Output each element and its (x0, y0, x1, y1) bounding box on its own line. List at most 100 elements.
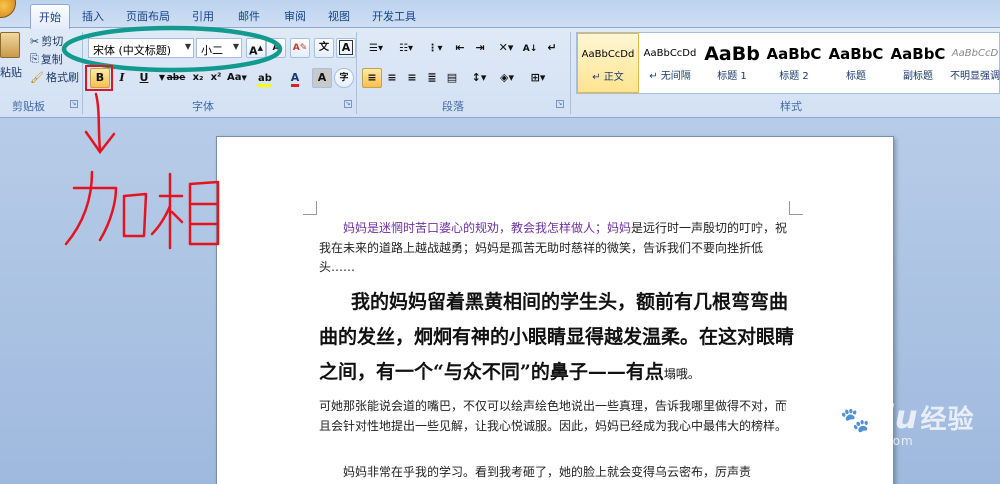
cut-button[interactable]: ✂ 剪切 (30, 33, 63, 49)
chevron-down-icon[interactable]: ▼ (185, 42, 191, 51)
format-painter-button[interactable]: 🖌 格式刷 (30, 69, 79, 85)
sort-button[interactable]: A↓ (520, 38, 540, 58)
tab-references[interactable]: 引用 (192, 8, 214, 24)
underline-button[interactable]: U (134, 68, 154, 88)
paragraph-bold-selected[interactable]: 我的妈妈留着黑黄相间的学生头，额前有几根弯弯曲曲的发丝，炯炯有神的小眼睛显得越发… (319, 285, 795, 392)
up-arrow-icon: ▲ (257, 44, 263, 52)
paw-icon: 🐾 (839, 406, 871, 434)
bold-button[interactable]: B (90, 68, 110, 88)
multilevel-list-icon: ⋮▾ (427, 43, 443, 54)
grow-font-button[interactable]: A▲ (246, 38, 266, 58)
grow-font-label: A (249, 44, 258, 58)
tab-mailings[interactable]: 邮件 (238, 8, 260, 24)
font-launcher-icon[interactable]: ↘ (344, 100, 352, 108)
style-sample: AaBbCcDd (581, 49, 635, 60)
tab-review[interactable]: 审阅 (284, 8, 306, 24)
increase-indent-button[interactable]: ⇥ (470, 38, 490, 58)
styles-group-label: 样式 (780, 100, 802, 113)
body-text: 塌哦。 (663, 367, 700, 381)
justify-button[interactable]: ≣ (422, 68, 442, 88)
tab-page-layout[interactable]: 页面布局 (126, 8, 170, 24)
tab-home[interactable]: 开始 (30, 4, 70, 29)
watermark-logo-text: du (870, 398, 919, 436)
style-sample: AaBbC (890, 45, 946, 63)
numbered-list-icon: ☷▾ (399, 43, 413, 54)
style-name: 标题 (846, 71, 866, 82)
superscript-button[interactable]: x² (206, 68, 226, 88)
phonetic-guide-button[interactable]: 文 (314, 38, 334, 58)
underline-label: U (139, 71, 149, 84)
italic-button[interactable]: I (112, 68, 132, 88)
paragraph-body[interactable]: 可她那张能说会道的嘴巴，不仅可以绘声绘色地说出一些真理，告诉我哪里做得不对，而且… (319, 397, 795, 436)
brush-icon: 🖌 (30, 70, 44, 84)
style-subtitle[interactable]: AaBbC 副标题 (887, 33, 949, 93)
shading-button[interactable]: ◈▾ (494, 68, 520, 88)
chevron-down-icon: ▼ (241, 74, 247, 82)
style-heading-1[interactable]: AaBb 标题 1 (701, 33, 763, 93)
font-color-button[interactable]: A (282, 68, 308, 88)
group-separator (356, 32, 357, 114)
align-right-button[interactable]: ≡ (402, 68, 422, 88)
style-name: 副标题 (903, 71, 933, 82)
font-size-combo[interactable]: 小二 ▼ (196, 38, 242, 58)
clipboard-launcher-icon[interactable]: ↘ (70, 100, 78, 108)
paragraph-launcher-icon[interactable]: ↘ (556, 100, 564, 108)
paste-button[interactable]: 粘贴 (0, 32, 22, 80)
font-name-combo[interactable]: 宋体 (中文标题) ▼ (88, 38, 194, 58)
copy-button[interactable]: ⎘ 复制 (30, 51, 63, 67)
ribbon-tab-bar: 开始 插入 页面布局 引用 邮件 审阅 视图 开发工具 (0, 0, 1000, 29)
highlight-button[interactable]: ab (252, 68, 278, 88)
style-normal[interactable]: AaBbCcDd ↵ 正文 (577, 33, 639, 93)
style-no-spacing[interactable]: AaBbCcDd ↵ 无间隔 (639, 33, 701, 93)
paint-bucket-icon: ◈▾ (500, 71, 514, 84)
tab-developer[interactable]: 开发工具 (372, 8, 416, 24)
paragraph-body[interactable]: 妈妈非常在乎我的学习。看到我考砸了，她的脸上就会变得乌云密布，厉声责 (319, 463, 795, 483)
chinese-layout-button[interactable]: ✕▾ (494, 38, 518, 58)
watermark-logo-text: Bai (780, 398, 840, 436)
pilcrow-icon: ↵ (547, 41, 557, 54)
tab-view[interactable]: 视图 (328, 8, 350, 24)
paragraph-group-label: 段落 (442, 100, 464, 113)
char-border-button[interactable]: A (336, 38, 356, 58)
chevron-down-icon[interactable]: ▼ (233, 42, 239, 51)
style-name: 标题 1 (717, 71, 747, 82)
distribute-button[interactable]: ▤ (442, 68, 462, 88)
highlighter-icon: ab (258, 73, 272, 87)
ribbon: 开始 插入 页面布局 引用 邮件 审阅 视图 开发工具 粘贴 ✂ 剪切 ⎘ 复制… (0, 0, 1000, 118)
style-sample: AaBbCcDd (643, 48, 697, 59)
borders-button[interactable]: ⊞▾ (524, 68, 552, 88)
line-spacing-icon: ↕▾ (471, 71, 487, 84)
paragraph-intro[interactable]: 妈妈是迷惘时苦口婆心的规劝，教会我怎样做人；妈妈是远行时一声殷切的叮咛，祝我在未… (319, 219, 795, 278)
baidu-logo: Bai🐾du经验 (780, 398, 975, 436)
enclose-char-button[interactable]: 字 (334, 68, 354, 88)
style-name: 不明显强调 (950, 71, 1000, 82)
change-case-label: Aa (227, 72, 242, 83)
baidu-jingyan-watermark: Bai🐾du经验 jingyan.baidu.com (780, 398, 975, 448)
style-title[interactable]: AaBbC 标题 (825, 33, 887, 93)
char-shading-button[interactable]: A (312, 68, 332, 88)
chinese-layout-icon: ✕▾ (498, 41, 514, 54)
multilevel-list-button[interactable]: ⋮▾ (422, 38, 448, 58)
line-spacing-button[interactable]: ↕▾ (466, 68, 492, 88)
body-text: 妈妈非常在乎我的学习。看到我考砸了，她的脸上就会变得乌云密布，厉声责 (343, 465, 752, 479)
change-case-button[interactable]: Aa▼ (224, 68, 250, 88)
margin-corner-mark (303, 201, 317, 215)
bold-text: 我的妈妈留着黑黄相间的学生头，额前有几根弯弯曲曲的发丝，炯炯有神的小眼睛显得越发… (319, 291, 795, 383)
subscript-button[interactable]: x₂ (188, 68, 208, 88)
align-left-button[interactable]: ≡ (362, 68, 382, 88)
tab-insert[interactable]: 插入 (82, 8, 104, 24)
align-center-icon: ≡ (387, 71, 397, 84)
show-marks-button[interactable]: ↵ (542, 38, 562, 58)
clear-format-button[interactable]: A✎ (290, 38, 310, 58)
style-heading-2[interactable]: AaBbC 标题 2 (763, 33, 825, 93)
numbering-button[interactable]: ☷▾ (392, 38, 420, 58)
style-subtle-emphasis[interactable]: AaBbCcD 不明显强调 (949, 33, 1000, 93)
bullets-button[interactable]: ☰▾ (362, 38, 390, 58)
decrease-indent-button[interactable]: ⇤ (450, 38, 470, 58)
align-center-button[interactable]: ≡ (382, 68, 402, 88)
style-sample: AaBbC (766, 45, 822, 63)
shrink-font-button[interactable]: A (266, 38, 286, 58)
style-name: ↵ 无间隔 (649, 71, 691, 82)
justify-icon: ≣ (427, 71, 437, 84)
strikethrough-button[interactable]: abe (164, 68, 188, 88)
